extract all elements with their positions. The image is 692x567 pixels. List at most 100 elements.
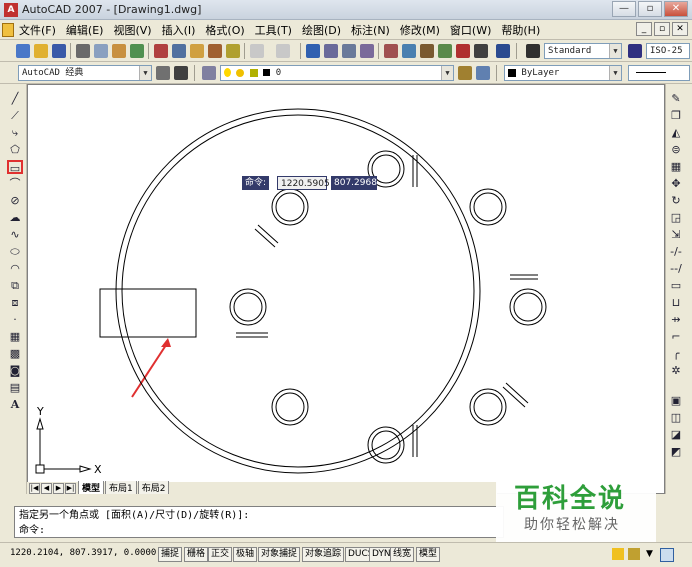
region-icon[interactable]: ◙ bbox=[8, 364, 22, 378]
rotate-icon[interactable]: ↻ bbox=[669, 194, 683, 208]
extend-icon[interactable]: --/ bbox=[669, 262, 683, 276]
3d-dwf-icon[interactable] bbox=[130, 44, 144, 58]
snap-toggle[interactable]: 捕捉 bbox=[158, 547, 183, 562]
offset-icon[interactable]: ⊜ bbox=[669, 143, 683, 157]
scale-icon[interactable]: ◲ bbox=[669, 211, 683, 225]
array-icon[interactable]: ▦ bbox=[669, 160, 683, 174]
properties-icon[interactable] bbox=[384, 44, 398, 58]
new-icon[interactable] bbox=[16, 44, 30, 58]
tool-palettes-icon[interactable] bbox=[420, 44, 434, 58]
sheet-set-icon[interactable] bbox=[438, 44, 452, 58]
print-preview-icon[interactable] bbox=[94, 44, 108, 58]
dim-style-select[interactable]: ISO-25 bbox=[646, 43, 690, 59]
ellipse-arc-icon[interactable]: ◠ bbox=[8, 262, 22, 276]
mirror-icon[interactable]: ◭ bbox=[669, 126, 683, 140]
spline-icon[interactable]: ∿ bbox=[8, 228, 22, 242]
save-icon[interactable] bbox=[52, 44, 66, 58]
zoom-realtime-icon[interactable] bbox=[324, 44, 338, 58]
clean-screen-icon[interactable] bbox=[660, 548, 674, 562]
command-history[interactable]: 指定另一个角点或 [面积(A)/尺寸(D)/旋转(R)]: 命令: bbox=[14, 506, 504, 538]
hatch-icon[interactable]: ▦ bbox=[8, 330, 22, 344]
polyline-icon[interactable]: ⤷ bbox=[8, 126, 22, 140]
tab-layout1[interactable]: 布局1 bbox=[105, 481, 137, 495]
zoom-window-icon[interactable] bbox=[342, 44, 356, 58]
redo-icon[interactable] bbox=[276, 44, 290, 58]
rectangle-icon[interactable]: ▭ bbox=[7, 160, 23, 175]
menu-file[interactable]: 文件(F) bbox=[14, 22, 61, 38]
print-icon[interactable] bbox=[76, 44, 90, 58]
document-icon[interactable] bbox=[2, 23, 14, 37]
color-select[interactable]: ByLayer ▼ bbox=[504, 65, 622, 81]
open-icon[interactable] bbox=[34, 44, 48, 58]
tab-model[interactable]: 模型 bbox=[78, 481, 105, 495]
dimension-style-icon[interactable] bbox=[628, 44, 642, 58]
bring-front-icon[interactable]: ◫ bbox=[669, 411, 683, 425]
linetype-select[interactable] bbox=[628, 65, 690, 81]
draw-order-icon[interactable]: ▣ bbox=[669, 394, 683, 408]
ellipse-icon[interactable]: ⬭ bbox=[8, 245, 22, 259]
prev-tab-button[interactable]: ◀ bbox=[41, 482, 52, 494]
paste-icon[interactable] bbox=[190, 44, 204, 58]
menu-help[interactable]: 帮助(H) bbox=[496, 22, 545, 38]
osnap-toggle[interactable]: 对象捕捉 bbox=[258, 547, 301, 562]
doc-restore-button[interactable]: ▫ bbox=[654, 22, 670, 36]
copy-object-icon[interactable]: ❐ bbox=[669, 109, 683, 123]
next-tab-button[interactable]: ▶ bbox=[53, 482, 64, 494]
model-toggle[interactable]: 模型 bbox=[416, 547, 441, 562]
send-back-icon[interactable]: ◪ bbox=[669, 428, 683, 442]
design-center-icon[interactable] bbox=[402, 44, 416, 58]
dynamic-input-y-field[interactable]: 807.2968 bbox=[331, 176, 377, 190]
multiline-text-icon[interactable]: A bbox=[8, 398, 22, 412]
line-icon[interactable]: ╱ bbox=[8, 92, 22, 106]
drawing-canvas[interactable]: Y X bbox=[27, 84, 665, 494]
undo-icon[interactable] bbox=[250, 44, 264, 58]
block-editor-icon[interactable] bbox=[226, 44, 240, 58]
minimize-button[interactable]: — bbox=[612, 1, 636, 17]
match-properties-icon[interactable] bbox=[208, 44, 222, 58]
markup-icon[interactable] bbox=[456, 44, 470, 58]
text-style-select[interactable]: Standard ▼ bbox=[544, 43, 622, 59]
menu-insert[interactable]: 插入(I) bbox=[157, 22, 201, 38]
trim-icon[interactable]: -/- bbox=[669, 245, 683, 259]
maximize-button[interactable]: ▫ bbox=[638, 1, 662, 17]
fillet-icon[interactable]: ╭ bbox=[669, 347, 683, 361]
break-icon[interactable]: ⊔ bbox=[669, 296, 683, 310]
gradient-icon[interactable]: ▩ bbox=[8, 347, 22, 361]
workspace-select[interactable]: AutoCAD 经典 ▼ bbox=[18, 65, 152, 81]
warning-icon[interactable] bbox=[612, 548, 624, 560]
grid-toggle[interactable]: 栅格 bbox=[184, 547, 209, 562]
zoom-previous-icon[interactable] bbox=[360, 44, 374, 58]
coordinate-readout[interactable]: 1220.2104, 807.3917, 0.0000 bbox=[10, 548, 156, 558]
explode-icon[interactable]: ✲ bbox=[669, 364, 683, 378]
join-icon[interactable]: ⇸ bbox=[669, 313, 683, 327]
menu-window[interactable]: 窗口(W) bbox=[445, 22, 496, 38]
ortho-toggle[interactable]: 正交 bbox=[208, 547, 233, 562]
menu-draw[interactable]: 绘图(D) bbox=[297, 22, 346, 38]
cut-icon[interactable] bbox=[154, 44, 168, 58]
break-at-point-icon[interactable]: ▭ bbox=[669, 279, 683, 293]
close-button[interactable]: ✕ bbox=[664, 1, 688, 17]
text-style-icon[interactable] bbox=[526, 44, 540, 58]
stretch-icon[interactable]: ⇲ bbox=[669, 228, 683, 242]
first-tab-button[interactable]: |◀ bbox=[29, 482, 40, 494]
otrack-toggle[interactable]: 对象追踪 bbox=[302, 547, 345, 562]
make-layer-current-icon[interactable] bbox=[458, 66, 472, 80]
publish-icon[interactable] bbox=[112, 44, 126, 58]
dynamic-input-x-field[interactable]: 1220.5905 bbox=[277, 176, 330, 190]
doc-close-button[interactable]: ✕ bbox=[672, 22, 688, 36]
point-icon[interactable]: · bbox=[8, 313, 22, 327]
workspace-settings-icon[interactable] bbox=[156, 66, 170, 80]
table-icon[interactable]: ▤ bbox=[8, 381, 22, 395]
insert-block-icon[interactable]: ⧉ bbox=[8, 279, 22, 293]
layer-manager-icon[interactable] bbox=[202, 66, 216, 80]
chamfer-icon[interactable]: ⌐ bbox=[669, 330, 683, 344]
status-menu-arrow-icon[interactable]: ▼ bbox=[646, 548, 658, 560]
layer-previous-icon[interactable] bbox=[476, 66, 490, 80]
circle-icon[interactable]: ⊘ bbox=[8, 194, 22, 208]
menu-dimension[interactable]: 标注(N) bbox=[346, 22, 395, 38]
menu-tools[interactable]: 工具(T) bbox=[250, 22, 297, 38]
vertical-scrollbar[interactable] bbox=[686, 84, 692, 494]
menu-view[interactable]: 视图(V) bbox=[108, 22, 156, 38]
help-icon[interactable] bbox=[496, 44, 510, 58]
polar-toggle[interactable]: 极轴 bbox=[233, 547, 258, 562]
